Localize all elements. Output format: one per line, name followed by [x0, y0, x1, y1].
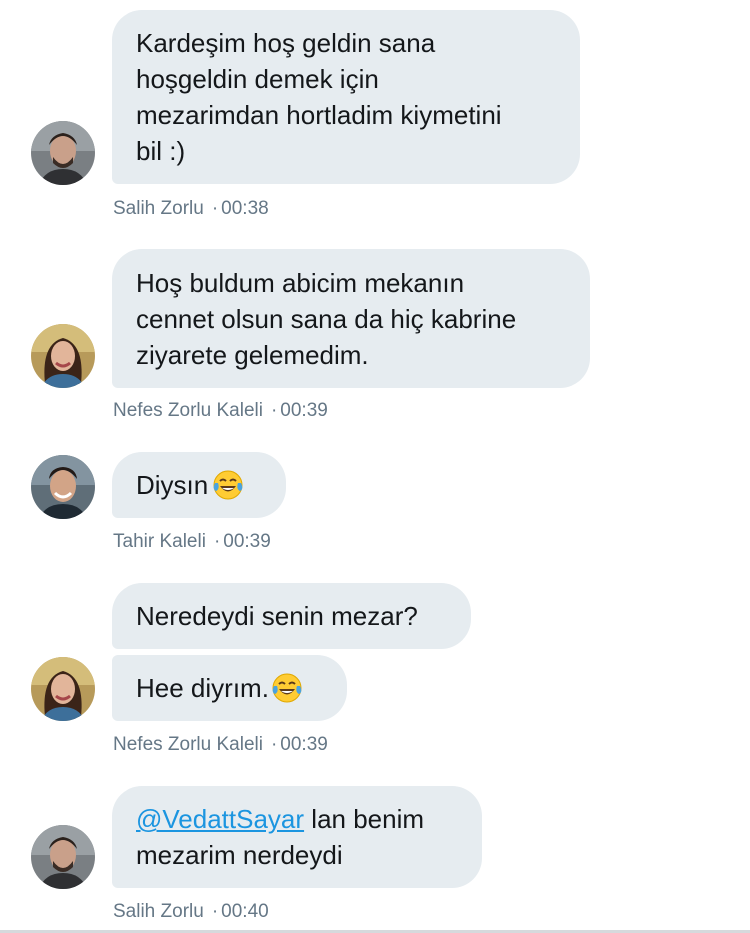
message-text: @VedattSayar lan benim mezarim nerdeydi [136, 801, 424, 873]
avatar-image [31, 825, 95, 889]
sender-name[interactable]: Nefes Zorlu Kaleli [113, 734, 263, 755]
message-text: Hoş buldum abicim mekanın cennet olsun s… [136, 267, 517, 370]
avatar-salih-zorlu[interactable] [31, 121, 95, 185]
meta-separator: · [211, 901, 219, 922]
meta-separator: · [213, 531, 221, 552]
face-with-tears-of-joy-icon [213, 470, 243, 500]
meta-separator: · [211, 198, 219, 219]
timestamp: 00:39 [223, 531, 271, 552]
message-meta: Tahir Kaleli · 00:39 [113, 531, 271, 553]
meta-separator: · [270, 400, 278, 421]
message-meta: Nefes Zorlu Kaleli · 00:39 [113, 734, 328, 756]
avatar-nefes-zorlu-kaleli[interactable] [31, 657, 95, 721]
timestamp: 00:38 [221, 198, 269, 219]
sender-name[interactable]: Nefes Zorlu Kaleli [113, 400, 263, 421]
message-bubble[interactable]: Hoş buldum abicim mekanın cennet olsun s… [112, 249, 590, 388]
avatar-image [31, 455, 95, 519]
mention-link[interactable]: @VedattSayar [136, 804, 304, 834]
message-text: Diysın [136, 470, 209, 500]
dm-conversation: Kardeşim hoş geldin sana hoşgeldin demek… [0, 0, 750, 933]
message-text: Neredeydi senin mezar? [136, 601, 418, 631]
message-bubble[interactable]: Neredeydi senin mezar? [112, 583, 471, 649]
avatar-image [31, 121, 95, 185]
sender-name[interactable]: Salih Zorlu [113, 901, 204, 922]
avatar-tahir-kaleli[interactable] [31, 455, 95, 519]
sender-name[interactable]: Salih Zorlu [113, 198, 204, 219]
message-text: Kardeşim hoş geldin sana hoşgeldin demek… [136, 28, 502, 166]
message-bubble[interactable]: @VedattSayar lan benim mezarim nerdeydi [112, 786, 482, 888]
sender-name[interactable]: Tahir Kaleli [113, 531, 206, 552]
message-meta: Salih Zorlu · 00:40 [113, 901, 269, 923]
timestamp: 00:39 [280, 400, 328, 421]
message-text: Hee diyrım. [136, 673, 269, 703]
avatar-image [31, 324, 95, 388]
face-with-tears-of-joy-icon [272, 673, 302, 703]
avatar-salih-zorlu[interactable] [31, 825, 95, 889]
timestamp: 00:40 [221, 901, 269, 922]
message-bubble[interactable]: Hee diyrım. [112, 655, 347, 721]
avatar-image [31, 657, 95, 721]
timestamp: 00:39 [280, 734, 328, 755]
message-bubble[interactable]: Kardeşim hoş geldin sana hoşgeldin demek… [112, 10, 580, 184]
message-bubble[interactable]: Diysın [112, 452, 286, 518]
meta-separator: · [270, 734, 278, 755]
avatar-nefes-zorlu-kaleli[interactable] [31, 324, 95, 388]
message-meta: Salih Zorlu · 00:38 [113, 198, 269, 220]
message-meta: Nefes Zorlu Kaleli · 00:39 [113, 400, 328, 422]
